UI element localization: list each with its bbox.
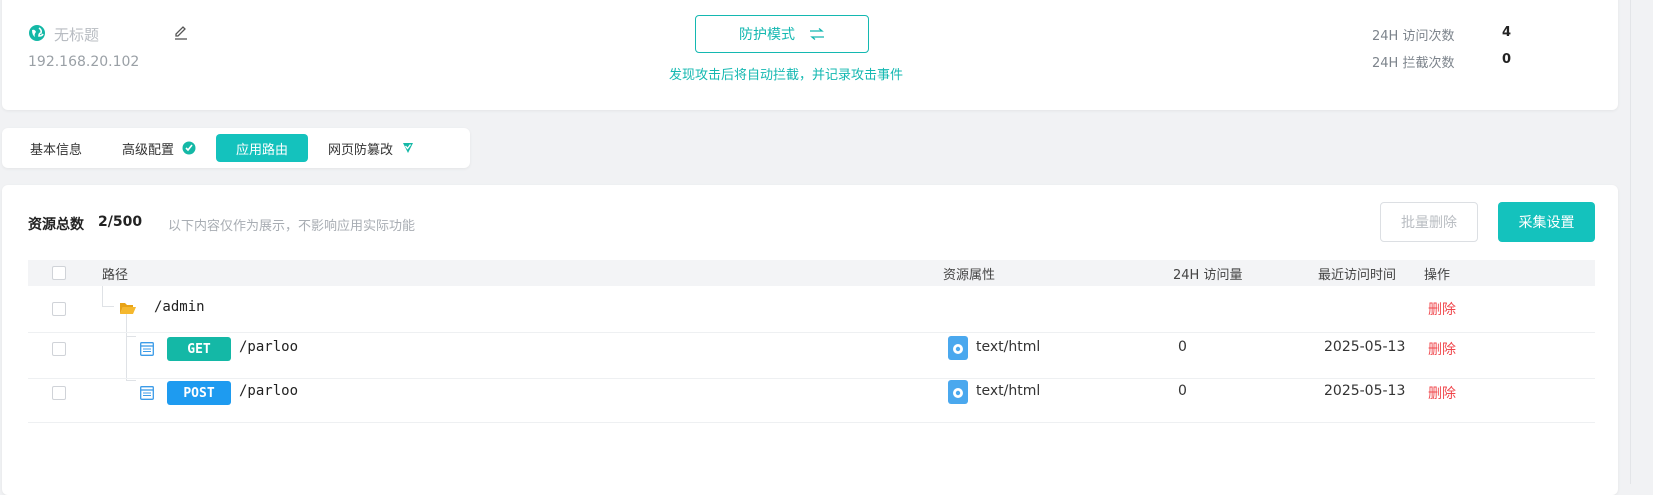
last-visit-time: 2025-05-13	[1324, 383, 1406, 399]
select-all-checkbox[interactable]	[52, 266, 66, 280]
resource-total-count: 2/500	[98, 214, 143, 230]
tab-label: 基本信息	[30, 142, 83, 158]
resource-attr: text/html	[976, 339, 1041, 355]
row-checkbox[interactable]	[52, 386, 66, 400]
blocks-24h-label: 24H 拦截次数	[1372, 56, 1455, 71]
shield-check-icon	[182, 141, 196, 155]
visits-24h-value: 4	[1502, 25, 1512, 40]
tab-tamper-protection[interactable]: 网页防篡改	[308, 134, 435, 162]
delete-link[interactable]: 删除	[1428, 383, 1456, 403]
site-ip: 192.168.20.102	[28, 54, 140, 70]
tab-bar: 基本信息 高级配置 应用路由 网页防篡改	[2, 128, 470, 168]
route-path: /parloo	[239, 339, 299, 355]
blocks-24h-value: 0	[1502, 52, 1512, 67]
switch-icon	[810, 28, 824, 40]
tab-basic-info[interactable]: 基本信息	[10, 134, 102, 162]
table-row: POST /parloo text/html 0 2025-05-13 删除	[28, 377, 1595, 423]
batch-delete-button[interactable]: 批量删除	[1380, 202, 1478, 242]
route-path: /parloo	[239, 383, 299, 399]
collect-settings-button[interactable]: 采集设置	[1498, 202, 1595, 242]
row-checkbox[interactable]	[52, 342, 66, 356]
resource-attr: text/html	[976, 383, 1041, 399]
header-last-visit: 最近访问时间	[1318, 268, 1397, 283]
protection-mode-button[interactable]: 防护模式	[695, 15, 869, 53]
table-header: 路径 资源属性 24H 访问量 最近访问时间 操作	[28, 260, 1595, 286]
last-visit-time: 2025-05-13	[1324, 339, 1406, 355]
visits-24h: 0	[1178, 339, 1187, 355]
method-badge-get: GET	[167, 337, 231, 361]
html-file-icon	[948, 336, 968, 360]
tab-label: 网页防篡改	[328, 142, 394, 158]
visits-24h-label: 24H 访问次数	[1372, 29, 1455, 44]
edit-icon[interactable]	[172, 23, 190, 41]
delete-link[interactable]: 删除	[1428, 299, 1456, 319]
folder-open-icon	[120, 303, 136, 314]
header-resource-attr: 资源属性	[943, 268, 996, 283]
tab-advanced-config[interactable]: 高级配置	[102, 134, 216, 162]
row-checkbox[interactable]	[52, 302, 66, 316]
delete-link[interactable]: 删除	[1428, 339, 1456, 359]
protection-mode-label: 防护模式	[739, 27, 795, 43]
html-file-icon	[948, 380, 968, 404]
tab-label: 应用路由	[236, 142, 289, 158]
page-icon	[140, 386, 154, 400]
header-visits-24h: 24H 访问量	[1173, 268, 1243, 283]
page-icon	[140, 342, 154, 356]
header-path: 路径	[102, 268, 129, 283]
table-row: GET /parloo text/html 0 2025-05-13 删除	[28, 333, 1595, 379]
method-badge-post: POST	[167, 381, 231, 405]
resource-note: 以下内容仅作为展示，不影响应用实际功能	[168, 219, 416, 234]
table-row-folder: /admin 删除	[28, 287, 1595, 333]
tab-label: 高级配置	[122, 142, 175, 158]
visits-24h: 0	[1178, 383, 1187, 399]
tab-app-routes[interactable]: 应用路由	[216, 134, 309, 162]
scrollbar-track[interactable]	[1630, 0, 1653, 484]
protection-mode-description: 发现攻击后将自动拦截，并记录攻击事件	[668, 68, 903, 83]
resource-total-label: 资源总数	[28, 217, 84, 233]
globe-icon	[29, 25, 45, 41]
site-header-card: 无标题 192.168.20.102 防护模式 发现攻击后将自动拦截，并记录攻击…	[2, 0, 1618, 110]
header-action: 操作	[1424, 268, 1451, 283]
check-badge-icon	[403, 143, 414, 153]
routes-card: 资源总数 2/500 以下内容仅作为展示，不影响应用实际功能 批量删除 采集设置…	[2, 185, 1618, 495]
folder-path: /admin	[154, 299, 205, 315]
site-name: 无标题	[54, 26, 100, 44]
